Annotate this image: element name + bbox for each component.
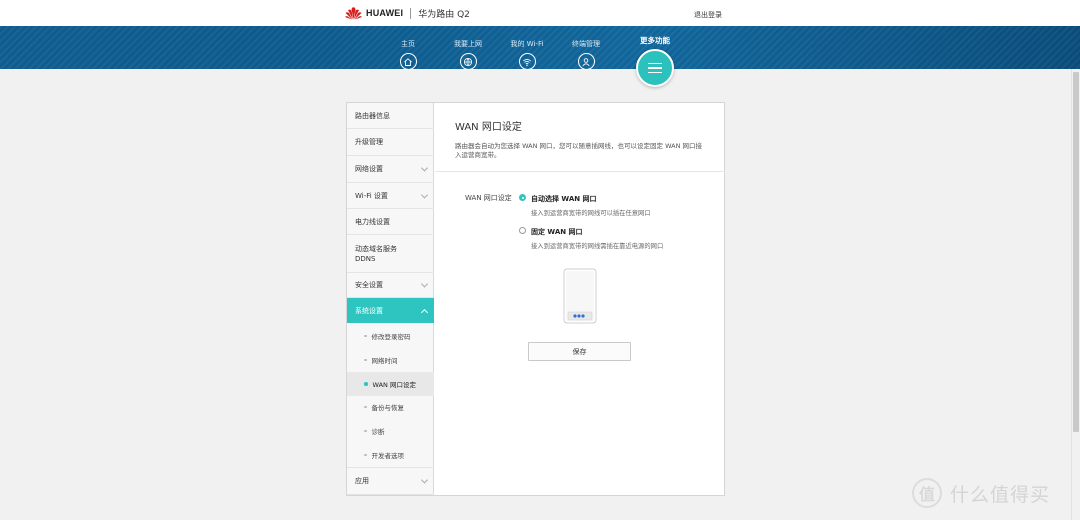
home-icon <box>399 53 417 70</box>
top-bar: HUAWEI 华为路由 Q2 退出登录 <box>0 0 1080 26</box>
nav-devices[interactable]: 终端管理 <box>556 39 616 70</box>
option-auto-wan-hint: 接入到运营商宽带的网线可以插在任意网口 <box>531 210 651 217</box>
sidebar-item-label-secondary: DDNS <box>355 254 376 263</box>
chevron-down-icon <box>420 280 429 288</box>
bullet-icon <box>364 453 367 457</box>
sidebar-item-label: 网络设置 <box>355 165 383 173</box>
option-fixed-wan-label: 固定 WAN 网口 <box>531 228 583 236</box>
sub-item-wan-port[interactable]: WAN 网口设定 <box>347 372 434 396</box>
bullet-icon <box>364 405 367 409</box>
divider <box>410 7 412 19</box>
sidebar-item-powerline[interactable]: 电力线设置 <box>347 209 434 235</box>
user-icon <box>577 53 595 70</box>
nav-wifi[interactable]: 我的 Wi-Fi <box>497 39 557 70</box>
sidebar-item-ddns[interactable]: 动态域名服务 DDNS <box>347 235 434 273</box>
sub-item-backup-restore[interactable]: 备份与恢复 <box>347 395 434 419</box>
sub-item-label: 网络时间 <box>371 357 398 365</box>
sidebar-item-label: Wi-Fi 设置 <box>355 191 388 200</box>
nav-more-label: 更多功能 <box>640 36 670 45</box>
sidebar-item-wifi[interactable]: Wi-Fi 设置 <box>347 183 434 209</box>
more-features-button[interactable] <box>636 49 674 87</box>
radio-fixed-wan[interactable] <box>519 227 526 234</box>
globe-icon <box>459 53 477 70</box>
save-button[interactable]: 保存 <box>528 342 631 361</box>
logout-link[interactable]: 退出登录 <box>694 10 722 20</box>
sub-item-label: 备份与恢复 <box>371 404 405 412</box>
page-title: WAN 网口设定 <box>455 122 522 133</box>
sub-item-developer[interactable]: 开发者选项 <box>347 443 434 467</box>
router-device-icon <box>563 268 597 324</box>
bullet-icon <box>364 429 367 433</box>
brand-name: HUAWEI <box>366 8 404 18</box>
product-name: 华为路由 Q2 <box>418 9 470 20</box>
sub-item-label: 开发者选项 <box>371 452 405 460</box>
bullet-icon <box>364 382 368 386</box>
sub-item-network-time[interactable]: 网络时间 <box>347 348 434 372</box>
chevron-down-icon <box>420 164 429 172</box>
sidebar-item-label: 应用 <box>355 477 369 485</box>
wan-field-label: WAN 网口设定 <box>465 194 512 202</box>
sidebar: 路由器信息 升级管理 网络设置 Wi-Fi 设置 电力线设置 动态域名服务 DD… <box>347 103 434 495</box>
sidebar-item-label: 升级管理 <box>355 138 383 146</box>
nav-wifi-label: 我的 Wi-Fi <box>510 40 544 48</box>
sidebar-item-apps[interactable]: 应用 <box>347 467 434 495</box>
bullet-icon <box>364 358 367 362</box>
chevron-up-icon <box>420 308 429 316</box>
content-area: WAN 网口设定 路由器会自动为您选择 WAN 网口，您可以随意插网线，也可以设… <box>435 103 725 495</box>
nav-home-label: 主页 <box>401 40 415 48</box>
chevron-down-icon <box>420 476 429 484</box>
sub-item-change-password[interactable]: 修改登录密码 <box>347 324 434 348</box>
nav-home[interactable]: 主页 <box>378 39 438 70</box>
divider <box>435 171 725 172</box>
sidebar-item-system[interactable]: 系统设置 <box>347 298 434 323</box>
option-auto-wan-label: 自动选择 WAN 网口 <box>531 195 597 203</box>
sub-item-label: 修改登录密码 <box>371 333 411 341</box>
chevron-down-icon <box>420 190 429 199</box>
scrollbar-thumb[interactable] <box>1073 72 1079 432</box>
sidebar-item-label: 路由器信息 <box>355 111 390 120</box>
sidebar-item-security[interactable]: 安全设置 <box>347 273 434 298</box>
menu-icon <box>648 60 662 76</box>
watermark-logo: 值 <box>912 478 942 508</box>
nav-internet-label: 我要上网 <box>454 40 482 48</box>
sidebar-item-router-info[interactable]: 路由器信息 <box>347 103 434 129</box>
option-fixed-wan-hint: 接入到运营商宽带的网线需插在靠近电源的网口 <box>531 243 664 250</box>
page-scrollbar[interactable] <box>1071 69 1080 520</box>
nav-devices-label: 终端管理 <box>572 40 600 48</box>
sidebar-item-label: 电力线设置 <box>355 217 390 226</box>
sidebar-item-label: 动态域名服务 <box>355 244 397 253</box>
sub-item-label: 诊断 <box>371 428 385 436</box>
huawei-flower-icon <box>345 7 362 20</box>
sub-item-label: WAN 网口设定 <box>372 381 416 389</box>
huawei-logo: HUAWEI 华为路由 Q2 <box>345 6 470 20</box>
sidebar-item-label: 系统设置 <box>355 306 383 315</box>
watermark-text: 什么值得买 <box>950 483 1051 506</box>
sidebar-item-network[interactable]: 网络设置 <box>347 156 434 183</box>
sidebar-item-label: 安全设置 <box>355 281 383 289</box>
watermark: 值 什么值得买 <box>912 478 1050 508</box>
settings-panel: 路由器信息 升级管理 网络设置 Wi-Fi 设置 电力线设置 动态域名服务 DD… <box>346 102 725 496</box>
sidebar-item-upgrade[interactable]: 升级管理 <box>347 129 434 156</box>
nav-internet[interactable]: 我要上网 <box>438 39 498 70</box>
sub-item-diagnose[interactable]: 诊断 <box>347 419 434 443</box>
wifi-icon <box>518 53 536 70</box>
bullet-icon <box>364 334 367 338</box>
page-description: 路由器会自动为您选择 WAN 网口，您可以随意插网线，也可以设定固定 WAN 网… <box>455 142 703 159</box>
radio-auto-wan[interactable] <box>519 194 526 201</box>
